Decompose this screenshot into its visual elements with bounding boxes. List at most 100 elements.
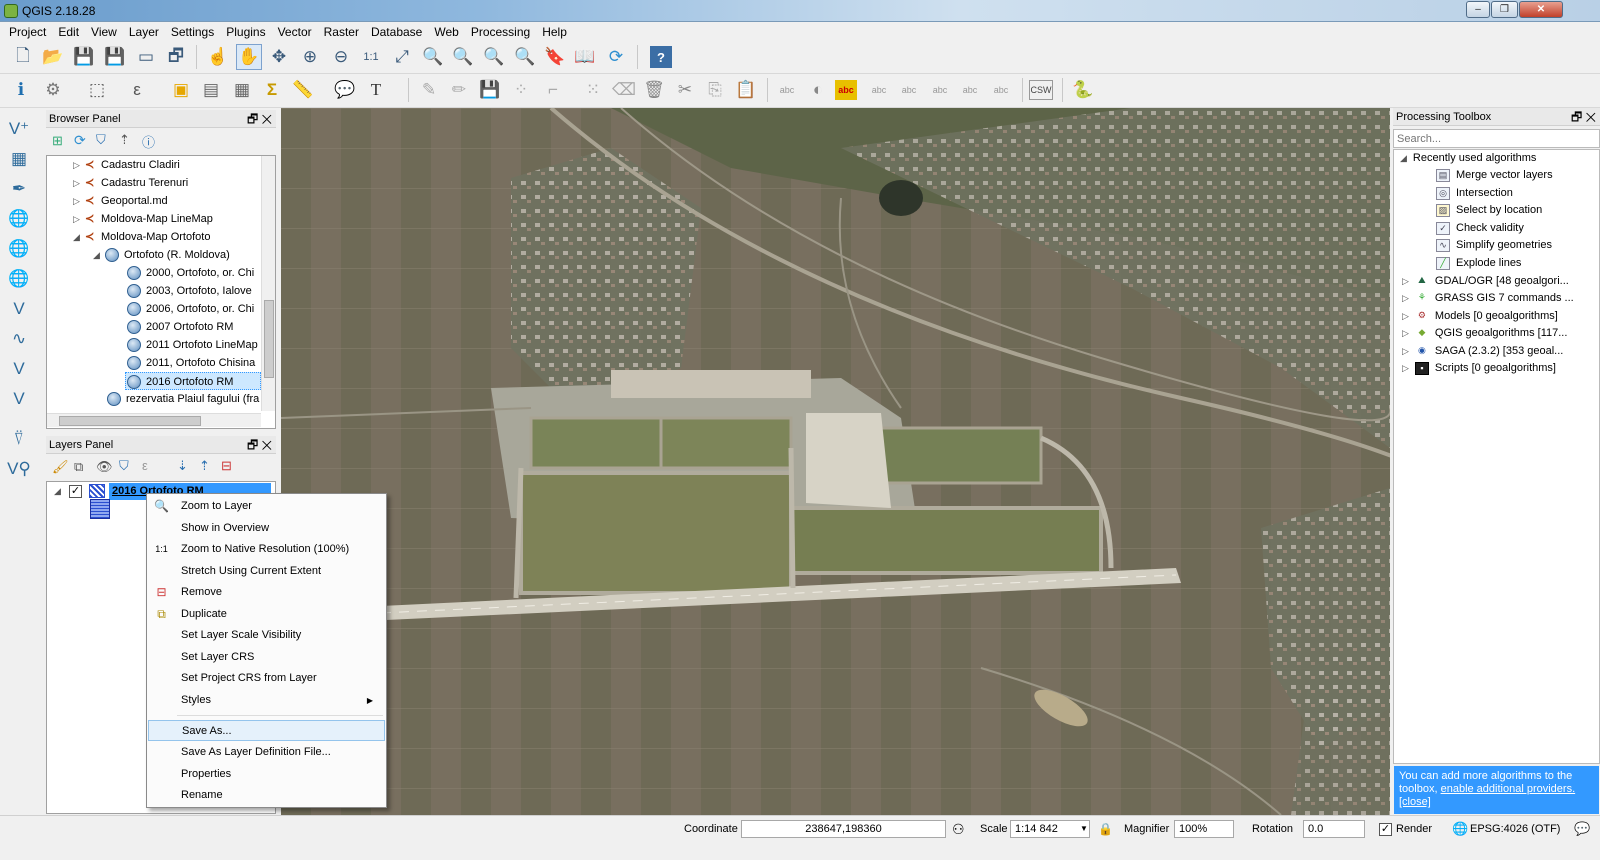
menu-properties[interactable]: Properties bbox=[148, 764, 385, 785]
menu-plugins[interactable]: Plugins bbox=[220, 25, 271, 39]
info-icon[interactable]: ⓘ bbox=[142, 132, 155, 151]
add-gpx-icon[interactable]: V bbox=[4, 356, 34, 382]
browser-item-moldova-linemap[interactable]: ▷ ≺ Moldova-Map LineMap bbox=[73, 210, 213, 228]
save-as-project-icon[interactable]: 💾 bbox=[102, 44, 128, 70]
pan-to-selection-icon[interactable]: ✥ bbox=[266, 44, 292, 70]
menu-edit[interactable]: Edit bbox=[52, 25, 85, 39]
collapse-arrow-icon[interactable]: ◢ bbox=[73, 228, 85, 246]
panel-float-close-icon[interactable]: 🗗 ✕ bbox=[1571, 108, 1596, 126]
remove-layer-icon[interactable]: ⊟ bbox=[221, 458, 232, 474]
menu-view[interactable]: View bbox=[85, 25, 123, 39]
new-project-icon[interactable]: 🗋 bbox=[10, 44, 36, 70]
statistics-icon[interactable]: Σ bbox=[259, 77, 285, 103]
browser-item-2003[interactable]: 2003, Ortofoto, Ialove bbox=[127, 282, 261, 300]
node-tool-icon[interactable]: ⌐ bbox=[540, 77, 566, 103]
expand-arrow-icon[interactable]: ▷ bbox=[73, 192, 85, 210]
algo-item[interactable]: ∿ Simplify geometries bbox=[1436, 237, 1552, 254]
menu-help[interactable]: Help bbox=[536, 25, 573, 39]
crs-globe-icon[interactable]: 🌐 bbox=[1452, 820, 1468, 838]
render-checkbox[interactable]: ✓ bbox=[1379, 823, 1392, 836]
algo-item[interactable]: ╱ Explode lines bbox=[1436, 255, 1521, 272]
refresh-browser-icon[interactable]: ⟳ bbox=[74, 132, 86, 149]
composer-manager-icon[interactable]: 🗗 bbox=[163, 44, 189, 70]
provider-models[interactable]: ▷ ⚙ Models [0 geoalgorithms] bbox=[1402, 308, 1558, 325]
filter-expression-icon[interactable]: ε bbox=[142, 458, 148, 473]
zoom-next-icon[interactable]: 🔍 bbox=[512, 44, 538, 70]
browser-item-2011-linemap[interactable]: 2011 Ortofoto LineMap bbox=[127, 336, 261, 354]
expand-arrow-icon[interactable]: ▷ bbox=[1402, 276, 1409, 286]
expand-arrow-icon[interactable]: ▷ bbox=[73, 174, 85, 192]
menu-show-in-overview[interactable]: Show in Overview bbox=[148, 518, 385, 539]
label-props-icon[interactable]: abc bbox=[988, 77, 1014, 103]
browser-item-2011-chisinau[interactable]: 2011, Ortofoto Chisina bbox=[127, 354, 261, 372]
map-canvas[interactable] bbox=[281, 108, 1390, 815]
algo-item[interactable]: ✓ Check validity bbox=[1436, 220, 1524, 237]
collapse-arrow-icon[interactable]: ◢ bbox=[93, 246, 105, 264]
manage-visibility-icon[interactable]: 👁 bbox=[96, 459, 113, 475]
select-expression-icon[interactable]: ε bbox=[124, 77, 150, 103]
add-wcs-layer-icon[interactable]: 🌐 bbox=[4, 236, 34, 262]
zoom-to-layer-icon[interactable]: 🔍 bbox=[450, 44, 476, 70]
add-feature-icon[interactable]: ⁘ bbox=[508, 77, 534, 103]
menu-save-as[interactable]: Save As... bbox=[148, 720, 385, 741]
zoom-last-icon[interactable]: 🔍 bbox=[481, 44, 507, 70]
browser-hscrollbar[interactable] bbox=[47, 413, 261, 427]
delete-selected-icon[interactable]: ⌫ bbox=[611, 77, 637, 103]
collapse-arrow-icon[interactable]: ◢ bbox=[1400, 153, 1407, 163]
collapse-all-icon[interactable]: ⇡ bbox=[119, 132, 130, 148]
notice-close-link[interactable]: [close] bbox=[1399, 796, 1431, 808]
toggle-editing-icon[interactable]: ✏ bbox=[446, 77, 472, 103]
browser-item-cadastru-cladiri[interactable]: ▷ ≺ Cadastru Cladiri bbox=[73, 156, 180, 174]
highlight-labels-icon[interactable]: abc bbox=[835, 80, 857, 100]
menu-raster[interactable]: Raster bbox=[318, 25, 365, 39]
scale-combo[interactable]: 1:14 842 bbox=[1010, 820, 1090, 838]
field-calculator-icon[interactable]: ▦ bbox=[229, 77, 255, 103]
menu-stretch-extent[interactable]: Stretch Using Current Extent bbox=[148, 561, 385, 582]
menu-set-layer-crs[interactable]: Set Layer CRS bbox=[148, 647, 385, 668]
expand-arrow-icon[interactable]: ▷ bbox=[1402, 328, 1409, 338]
new-bookmark-icon[interactable]: 🔖 bbox=[542, 44, 568, 70]
menu-save-layer-definition[interactable]: Save As Layer Definition File... bbox=[148, 742, 385, 763]
menu-database[interactable]: Database bbox=[365, 25, 428, 39]
add-vector-layer-icon[interactable]: V⁺ bbox=[4, 116, 34, 142]
browser-vscrollbar[interactable] bbox=[261, 156, 275, 411]
delete-icon[interactable]: 🗑 bbox=[641, 77, 667, 103]
zoom-full-icon[interactable]: ⤢ bbox=[389, 44, 415, 70]
provider-saga[interactable]: ▷ ◉ SAGA (2.3.2) [353 geoal... bbox=[1402, 343, 1563, 360]
magnifier-spinbox[interactable]: 100% bbox=[1174, 820, 1234, 838]
menu-duplicate[interactable]: ⧉ Duplicate bbox=[148, 604, 385, 625]
add-raster-layer-icon[interactable]: ▦ bbox=[4, 146, 34, 172]
algo-item[interactable]: ▤ Merge vector layers bbox=[1436, 167, 1553, 184]
measure-line-icon[interactable]: 📏 bbox=[290, 77, 316, 103]
crs-status[interactable]: EPSG:4026 (OTF) bbox=[1470, 820, 1560, 838]
add-virtual-layer-icon[interactable]: V bbox=[4, 296, 34, 322]
expand-arrow-icon[interactable]: ▷ bbox=[1402, 363, 1409, 373]
touch-zoom-icon[interactable]: ☝ bbox=[205, 44, 231, 70]
coordinate-field[interactable]: 238647,198360 bbox=[741, 820, 946, 838]
paste-features-icon[interactable]: 📋 bbox=[733, 77, 759, 103]
move-label-icon[interactable]: abc bbox=[866, 77, 892, 103]
zoom-in-icon[interactable]: ⊕ bbox=[297, 44, 323, 70]
new-shapefile-icon[interactable]: V bbox=[4, 386, 34, 412]
browser-item-ortofoto-moldova[interactable]: ◢ Ortofoto (R. Moldova) bbox=[93, 246, 230, 264]
messages-icon[interactable]: 💬 bbox=[1574, 820, 1590, 838]
add-virtual-field-icon[interactable]: V⚲ bbox=[4, 456, 34, 482]
zoom-out-icon[interactable]: ⊖ bbox=[328, 44, 354, 70]
browser-item-rezervatia[interactable]: rezervatia Plaiul fagului (fra bbox=[107, 390, 261, 408]
menu-styles[interactable]: Styles ▶ bbox=[148, 690, 385, 711]
open-project-icon[interactable]: 📂 bbox=[40, 44, 66, 70]
show-hide-labels-icon[interactable]: abc bbox=[896, 77, 922, 103]
cut-features-icon[interactable]: ✂ bbox=[672, 77, 698, 103]
expand-arrow-icon[interactable]: ▷ bbox=[1402, 311, 1409, 321]
change-label-icon[interactable]: abc bbox=[957, 77, 983, 103]
browser-item-moldova-ortofoto[interactable]: ◢ ≺ Moldova-Map Ortofoto bbox=[73, 228, 210, 246]
browser-item-2007[interactable]: 2007 Ortofoto RM bbox=[127, 318, 261, 336]
browser-item-2006[interactable]: 2006, Ortofoto, or. Chi bbox=[127, 300, 261, 318]
provider-scripts[interactable]: ▷ ▪ Scripts [0 geoalgorithms] bbox=[1402, 360, 1556, 377]
add-group-icon[interactable]: ⧉ bbox=[74, 459, 83, 475]
save-edits-icon[interactable]: 💾 bbox=[477, 77, 503, 103]
map-tips-icon[interactable]: 💬 bbox=[332, 77, 358, 103]
expand-arrow-icon[interactable]: ▷ bbox=[73, 156, 85, 174]
rotate-label-icon[interactable]: abc bbox=[927, 77, 953, 103]
recent-group[interactable]: ◢ Recently used algorithms bbox=[1400, 150, 1536, 167]
